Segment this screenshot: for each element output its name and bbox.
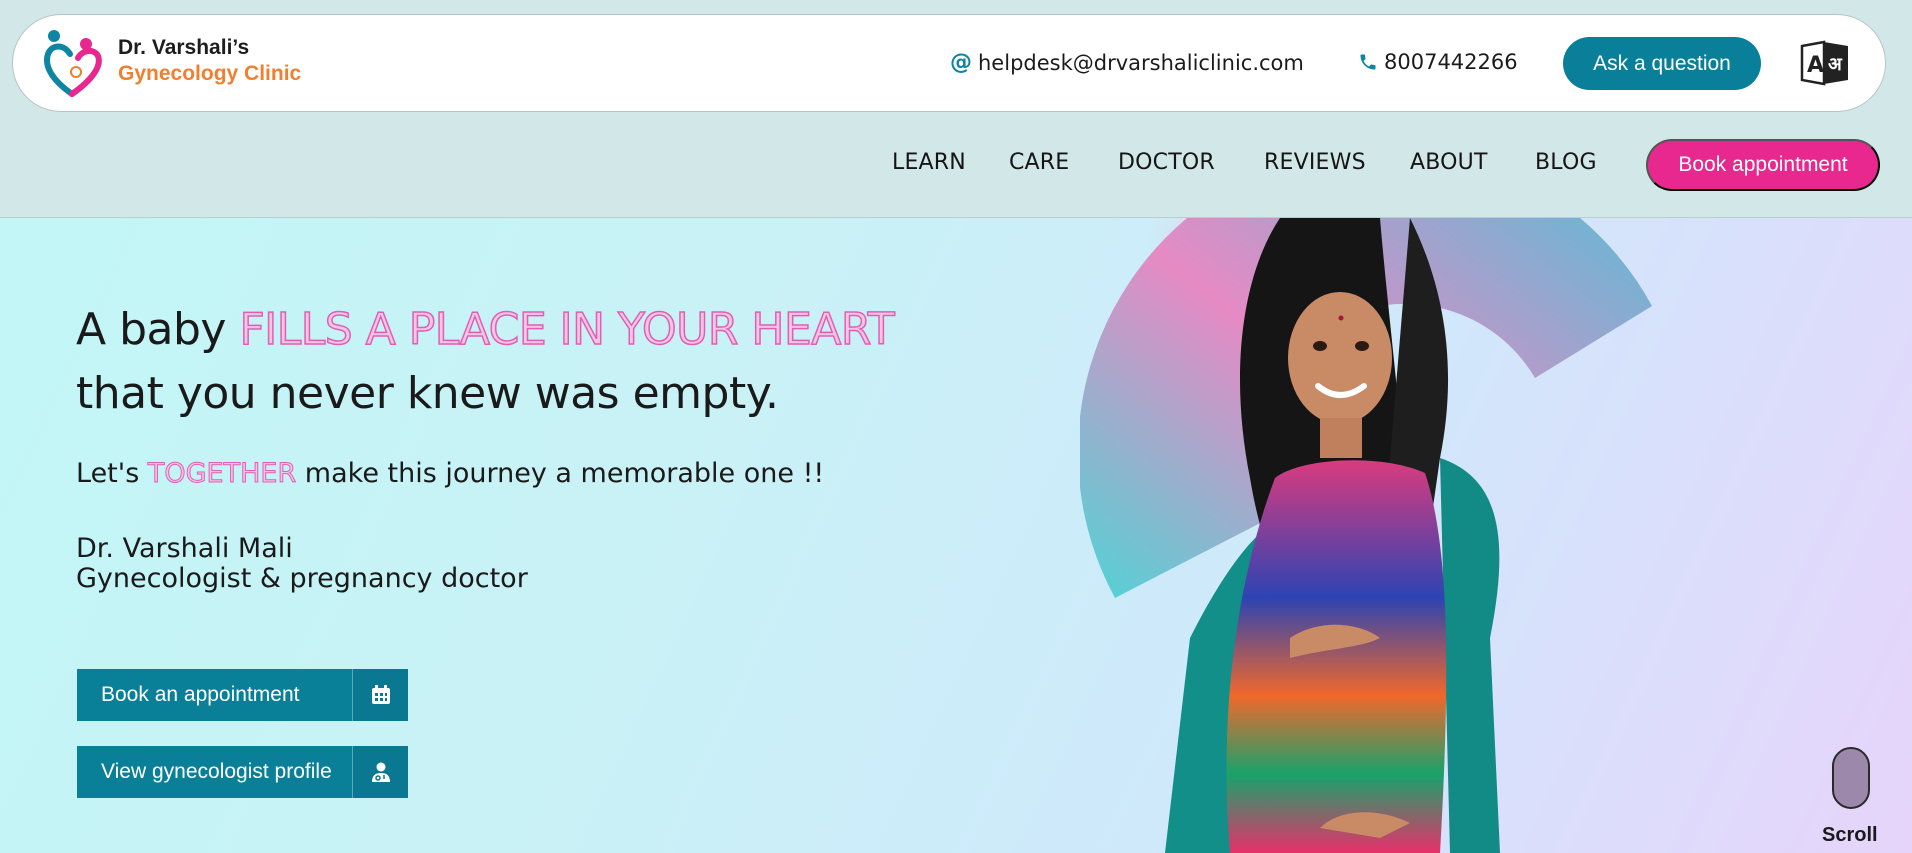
clinic-logo-icon[interactable] [42,28,104,98]
ask-question-button[interactable]: Ask a question [1563,37,1761,90]
book-an-appointment-button[interactable]: Book an appointment [77,669,408,721]
nav-care[interactable]: CARE [1009,150,1069,175]
hero-headline: A baby FILLS A PLACE IN YOUR HEART that … [76,298,896,426]
nav-doctor[interactable]: DOCTOR [1118,150,1215,175]
headline-pre: A baby [76,304,226,355]
svg-text:A: A [1807,53,1824,78]
headline-highlight: FILLS A PLACE IN YOUR HEART [239,303,896,356]
scroll-label[interactable]: Scroll [1822,824,1878,847]
doctor-icon [352,746,408,798]
book-an-appointment-label: Book an appointment [101,683,300,706]
nav-reviews[interactable]: REVIEWS [1264,150,1366,175]
sub-highlight: TOGETHER [147,458,297,490]
doctor-title: Gynecologist & pregnancy doctor [76,563,528,594]
email-text: helpdesk@drvarshaliclinic.com [978,50,1304,75]
at-icon: @ [950,50,972,75]
site-header: Dr. Varshali’s Gynecology Clinic @ helpd… [0,0,1912,218]
headline-line2: that you never knew was empty. [76,368,779,419]
svg-text:अ: अ [1828,54,1843,75]
doctor-name: Dr. Varshali Mali [76,533,293,564]
translate-icon[interactable]: A अ [1798,36,1852,90]
phone-link[interactable]: 8007442266 [1358,50,1518,74]
book-appointment-button[interactable]: Book appointment [1646,139,1880,191]
brand-name: Dr. Varshali’s [118,36,250,59]
phone-icon [1360,54,1376,70]
brand-subtitle: Gynecology Clinic [118,62,302,85]
nav-blog[interactable]: BLOG [1535,150,1597,175]
view-profile-label: View gynecologist profile [101,760,332,783]
calendar-icon [352,669,408,721]
hero-illustration [1080,218,1652,853]
doctor-info: Dr. Varshali Mali Gynecologist & pregnan… [76,534,528,594]
email-link[interactable]: @ helpdesk@drvarshaliclinic.com [950,50,1304,75]
nav-learn[interactable]: LEARN [892,150,966,175]
view-profile-button[interactable]: View gynecologist profile [77,746,408,798]
sub-pre: Let's [76,458,140,489]
phone-text: 8007442266 [1384,50,1518,74]
sub-post: make this journey a memorable one !! [304,458,825,489]
nav-about[interactable]: ABOUT [1410,150,1488,175]
hero-section: A baby FILLS A PLACE IN YOUR HEART that … [0,218,1912,853]
scroll-indicator[interactable] [1832,747,1870,809]
hero-subheadline: Let's TOGETHER make this journey a memor… [76,458,825,490]
